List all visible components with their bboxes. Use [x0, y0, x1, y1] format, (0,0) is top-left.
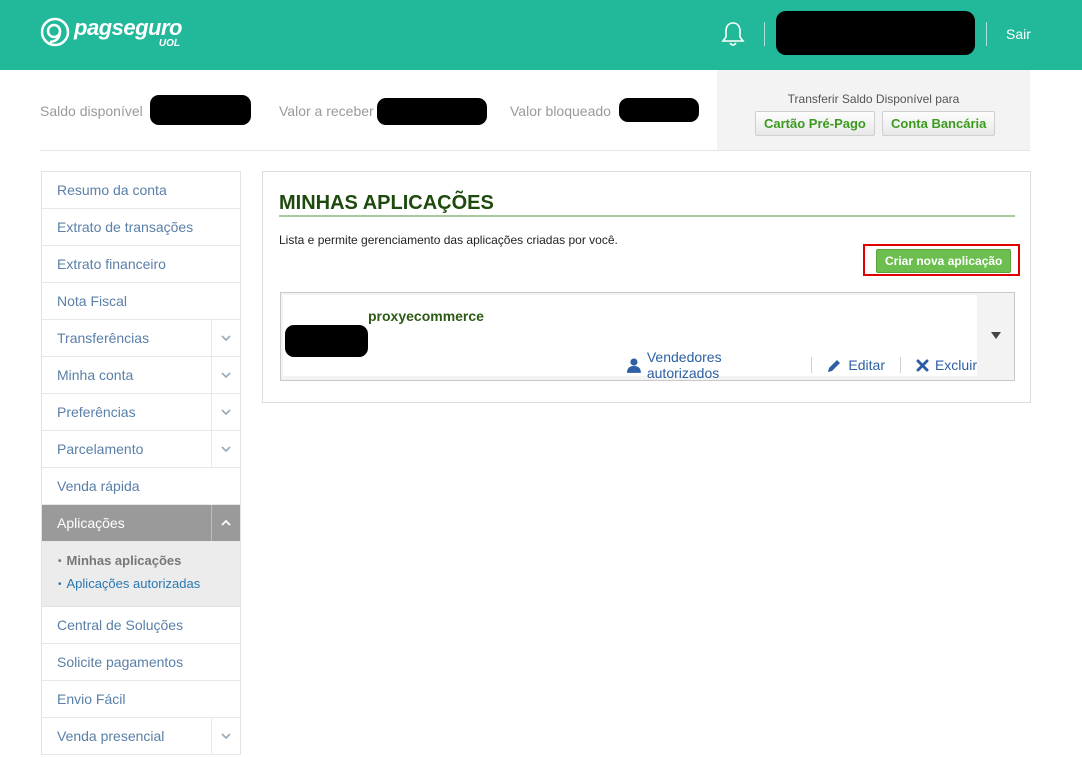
- sidebar-item-parcelamento[interactable]: Parcelamento: [42, 431, 240, 468]
- sidebar-item-label: Aplicações: [57, 515, 125, 531]
- logo-uol: UOL: [158, 38, 180, 49]
- user-icon: [627, 357, 641, 373]
- sidebar-item-solicite-pagamentos[interactable]: Solicite pagamentos: [42, 644, 240, 681]
- submenu-item-label: Minhas aplicações: [66, 553, 182, 568]
- sidebar-item-resumo[interactable]: Resumo da conta: [42, 172, 240, 209]
- delete-label: Excluir: [934, 357, 977, 373]
- chevron-down-icon[interactable]: [211, 394, 240, 430]
- chevron-up-icon[interactable]: [211, 505, 240, 541]
- create-button-highlight: Criar nova aplicação: [863, 244, 1020, 276]
- logo-icon: [40, 17, 70, 47]
- sidebar-item-label: Venda presencial: [57, 728, 165, 744]
- receivable-value-redacted: [377, 98, 487, 125]
- sidebar-item-label: Nota Fiscal: [57, 293, 128, 309]
- prepaid-card-button[interactable]: Cartão Pré-Pago: [755, 111, 875, 136]
- receivable-label: Valor a receber: [279, 103, 374, 119]
- transfer-title: Transferir Saldo Disponível para: [787, 92, 960, 106]
- sidebar-item-transferencias[interactable]: Transferências: [42, 320, 240, 357]
- sidebar-item-preferencias[interactable]: Preferências: [42, 394, 240, 431]
- chevron-down-icon[interactable]: [211, 357, 240, 393]
- aplicacoes-submenu: • Minhas aplicações • Aplicações autorizad…: [42, 542, 240, 607]
- logout-link[interactable]: Sair: [1006, 26, 1031, 42]
- sidebar-item-label: Preferências: [57, 404, 136, 420]
- submenu-item-label: Aplicações autorizadas: [66, 576, 201, 591]
- app-logo-redacted: [285, 325, 368, 357]
- sidebar-item-label: Resumo da conta: [57, 182, 167, 198]
- pencil-icon: [828, 359, 841, 372]
- sidebar-item-extrato-financeiro[interactable]: Extrato financeiro: [42, 246, 240, 283]
- sidebar-nav: Resumo da conta Extrato de transações Ex…: [41, 171, 241, 755]
- sidebar-item-extrato-transacoes[interactable]: Extrato de transações: [42, 209, 240, 246]
- sidebar-item-label: Central de Soluções: [57, 617, 184, 633]
- delete-link[interactable]: Excluir: [916, 357, 977, 373]
- pagseguro-logo[interactable]: pagseguro UOL: [40, 15, 182, 49]
- sidebar-item-label: Minha conta: [57, 367, 134, 383]
- transfer-box: Transferir Saldo Disponível para Cartão …: [717, 70, 1030, 150]
- sidebar-item-label: Venda rápida: [57, 478, 140, 494]
- edit-link[interactable]: Editar: [827, 357, 885, 373]
- available-balance-label: Saldo disponível: [40, 103, 143, 119]
- sidebar-item-label: Extrato de transações: [57, 219, 194, 235]
- authorized-sellers-link[interactable]: Vendedores autorizados: [627, 349, 796, 381]
- sidebar-item-label: Transferências: [57, 330, 150, 346]
- bell-icon[interactable]: [720, 20, 746, 48]
- chevron-down-icon[interactable]: [211, 718, 240, 754]
- header-divider: [764, 22, 765, 46]
- page-description: Lista e permite gerenciamento das aplica…: [279, 233, 618, 247]
- submenu-item-aplicacoes-autorizadas[interactable]: • Aplicações autorizadas: [42, 573, 240, 596]
- sidebar-item-venda-presencial[interactable]: Venda presencial: [42, 718, 240, 755]
- application-actions: Vendedores autorizados Editar Excluir: [627, 349, 977, 381]
- caret-down-icon: [991, 332, 1001, 339]
- sidebar-item-minha-conta[interactable]: Minha conta: [42, 357, 240, 394]
- sidebar-item-central-solucoes[interactable]: Central de Soluções: [42, 607, 240, 644]
- blocked-value-redacted: [619, 98, 699, 122]
- blocked-label: Valor bloqueado: [510, 103, 611, 119]
- application-card: proxyecommerce Vendedores autorizados Ed…: [280, 292, 1015, 381]
- applications-panel: MINHAS APLICAÇÕES Lista e permite gerenc…: [262, 171, 1031, 403]
- balance-bar: Saldo disponível Valor a receber Valor b…: [40, 70, 1030, 151]
- top-header: pagseguro UOL Sair: [0, 0, 1082, 70]
- close-icon: [916, 359, 929, 371]
- create-application-button[interactable]: Criar nova aplicação: [876, 249, 1012, 273]
- sidebar-item-venda-rapida[interactable]: Venda rápida: [42, 468, 240, 505]
- header-divider: [986, 22, 987, 46]
- logo-wordmark: pagseguro: [74, 15, 182, 40]
- sidebar-item-envio-facil[interactable]: Envio Fácil: [42, 681, 240, 718]
- sidebar-item-aplicacoes[interactable]: Aplicações: [42, 505, 240, 542]
- sidebar-item-label: Parcelamento: [57, 441, 144, 457]
- sidebar-item-label: Extrato financeiro: [57, 256, 166, 272]
- expand-toggle[interactable]: [978, 293, 1014, 378]
- authorized-sellers-label: Vendedores autorizados: [646, 349, 722, 381]
- sidebar-item-nota-fiscal[interactable]: Nota Fiscal: [42, 283, 240, 320]
- bank-account-button[interactable]: Conta Bancária: [882, 111, 996, 136]
- page-title: MINHAS APLICAÇÕES: [279, 192, 494, 214]
- application-name: proxyecommerce: [368, 308, 484, 324]
- available-balance-value-redacted: [150, 95, 251, 125]
- user-name-redacted: [776, 11, 975, 55]
- chevron-down-icon[interactable]: [211, 320, 240, 356]
- title-divider: [279, 215, 1015, 217]
- chevron-down-icon[interactable]: [211, 431, 240, 467]
- sidebar-item-label: Envio Fácil: [57, 691, 126, 707]
- submenu-item-minhas-aplicacoes[interactable]: • Minhas aplicações: [42, 550, 240, 573]
- edit-label: Editar: [848, 357, 885, 373]
- sidebar-item-label: Solicite pagamentos: [57, 654, 184, 670]
